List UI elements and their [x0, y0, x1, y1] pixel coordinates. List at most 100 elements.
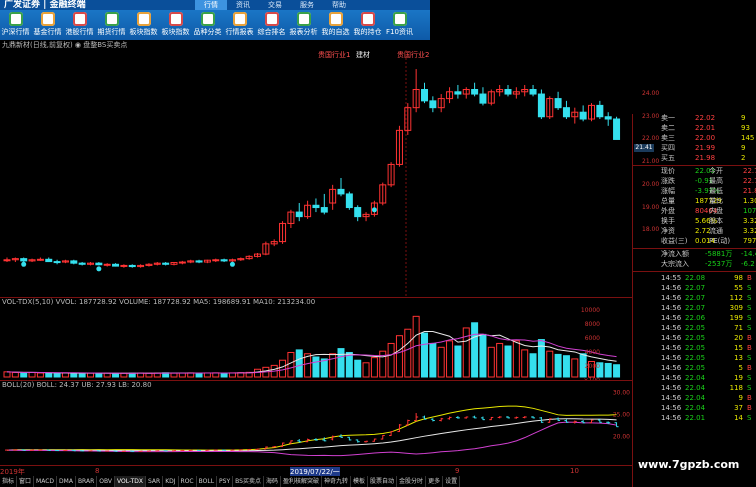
stat-label: 涨跌 — [661, 177, 675, 185]
order-volume: 9 — [741, 114, 746, 122]
order-volume: 2 — [741, 154, 746, 162]
indicator-tab[interactable]: BRAR — [76, 476, 98, 487]
menu-tab[interactable]: 交易 — [259, 0, 291, 10]
volume-bar — [546, 350, 554, 378]
indicator-tab[interactable]: BS买卖点 — [233, 476, 264, 487]
candle — [596, 104, 604, 118]
toolbar-button-label: 基金行情 — [33, 28, 62, 36]
indicator-tab[interactable]: 金股分时 — [397, 476, 427, 487]
indicator-tab[interactable]: 神奇九转 — [322, 476, 352, 487]
toolbar-button[interactable]: 我的自选 — [320, 10, 351, 40]
tick-price: 22.05 — [685, 324, 706, 332]
toolbar-button[interactable]: 报表分析 — [288, 10, 319, 40]
toolbar-button[interactable]: 综合排名 — [256, 10, 287, 40]
stat-label: 今开 — [709, 167, 723, 175]
tick-volume: 71 — [734, 324, 743, 332]
order-volume: 145 — [741, 134, 755, 142]
boll-axis-label: 30.00 — [613, 389, 630, 396]
chart-header: 九鼎新材(日线,前复权) ◉ 盘整BS买卖点 — [2, 41, 128, 49]
tick-time: 14:56 — [661, 374, 682, 382]
boll-panel[interactable]: BOLL(20) BOLL: 24.37 UB: 27.93 LB: 20.80… — [0, 380, 632, 465]
title-bar: 广发证券 | 金融终端 行情 资讯 交易 服务 帮助 — [0, 0, 430, 10]
indicator-tab[interactable]: DMA — [57, 476, 76, 487]
price-annotation: 贵国行业1 — [318, 50, 350, 59]
tick-flag: B — [747, 404, 752, 412]
tick-flag: S — [747, 284, 752, 292]
candlestick-chart[interactable]: 贵国行业1 建材 贵国行业2 — [0, 50, 632, 297]
toolbar-icon — [328, 12, 343, 26]
indicator-tab[interactable]: VOL-TDX — [115, 476, 146, 487]
indicator-tab[interactable]: BOLL — [197, 476, 218, 487]
volume-bar — [370, 357, 378, 378]
quote-row: 涨幅-3.97%最低21.80 — [633, 187, 756, 196]
bs-marker — [371, 207, 377, 213]
tick-price: 22.04 — [685, 384, 706, 392]
menu-tab[interactable]: 资讯 — [227, 0, 259, 10]
indicator-tab[interactable]: MACD — [34, 476, 58, 487]
tick-time: 14:56 — [661, 354, 682, 362]
volume-bar — [471, 322, 479, 378]
tick-volume: 14 — [734, 414, 743, 422]
toolbar-button[interactable]: F10资讯 — [384, 10, 415, 40]
tick-row: 14:56 22.06 199 S — [633, 313, 756, 323]
toolbar-icon — [72, 12, 87, 26]
toolbar-button[interactable]: 行情报表 — [224, 10, 255, 40]
tick-time: 14:55 — [661, 274, 682, 282]
indicator-tab[interactable]: SAR — [146, 476, 164, 487]
quote-row: 总量187729量比1.30 — [633, 197, 756, 206]
volume-bar — [279, 359, 287, 378]
tick-row: 14:55 22.08 98 B — [633, 273, 756, 283]
toolbar-button[interactable]: 基金行情 — [32, 10, 63, 40]
volume-bar — [287, 351, 295, 378]
indicator-tab[interactable]: 指标 — [0, 476, 18, 487]
indicator-tab[interactable]: ROC — [179, 476, 197, 487]
tick-time: 14:56 — [661, 294, 682, 302]
tick-price: 22.04 — [685, 404, 706, 412]
price-chart-panel[interactable]: 贵国行业1 建材 贵国行业2 — [0, 50, 632, 297]
indicator-tab[interactable]: OBV — [97, 476, 116, 487]
stat-value: 22.76 — [743, 167, 756, 175]
volume-chart[interactable]: 100008000600040002000×100 — [0, 298, 632, 384]
indicator-tab[interactable]: PSY — [217, 476, 234, 487]
toolbar-button[interactable]: 品种分类 — [192, 10, 223, 40]
quote-row: 卖二 22.01 93 — [633, 124, 756, 133]
candle — [220, 259, 228, 262]
toolbar-button[interactable]: 期货行情 — [96, 10, 127, 40]
volume-bar — [120, 372, 128, 378]
toolbar-button[interactable]: 板块指数 — [128, 10, 159, 40]
volume-bar — [95, 372, 103, 378]
menu-tab[interactable]: 行情 — [195, 0, 227, 10]
tick-price: 22.05 — [685, 334, 706, 342]
candle — [195, 260, 203, 263]
volume-panel[interactable]: VOL-TDX(5,10) VVOL: 187728.92 VOLUME: 18… — [0, 297, 632, 384]
indicator-tab[interactable]: 更多 — [426, 476, 444, 487]
tick-price: 22.06 — [685, 314, 706, 322]
indicator-tab[interactable]: 窗口 — [17, 476, 35, 487]
candle — [354, 207, 362, 218]
tick-row: 14:56 22.07 55 S — [633, 283, 756, 293]
menu-tab[interactable]: 帮助 — [323, 0, 355, 10]
indicator-tab[interactable]: 海码 — [264, 476, 281, 487]
stat-label: 现价 — [661, 167, 675, 175]
tick-price: 22.08 — [685, 274, 706, 282]
toolbar-button[interactable]: 我的持仓 — [352, 10, 383, 40]
volume-bar — [220, 372, 228, 378]
toolbar-button[interactable]: 港股行情 — [64, 10, 95, 40]
toolbar-button[interactable]: 板块指数 — [160, 10, 191, 40]
quote-row: 买五 21.98 2 — [633, 154, 756, 163]
indicator-tab[interactable]: 股票自动 — [368, 476, 398, 487]
toolbar-button[interactable]: 沪深行情 — [0, 10, 31, 40]
indicator-tab[interactable]: 模板 — [351, 476, 369, 487]
boll-chart[interactable]: 30.00 25.00 20.00 — [0, 381, 632, 466]
volume-bar — [521, 349, 529, 378]
indicator-tab[interactable]: 设置 — [443, 476, 461, 487]
menu-tab[interactable]: 服务 — [291, 0, 323, 10]
tick-volume: 9 — [738, 394, 743, 402]
indicator-tab[interactable]: KDJ — [163, 476, 179, 487]
tick-volume: 13 — [734, 354, 743, 362]
tick-row: 14:56 22.04 19 S — [633, 373, 756, 383]
flow-value: -2537万 — [705, 260, 733, 268]
indicator-tab[interactable]: 盈利核解突破 — [281, 476, 322, 487]
tick-volume: 55 — [734, 284, 743, 292]
quote-row: 卖一 22.02 9 — [633, 114, 756, 123]
